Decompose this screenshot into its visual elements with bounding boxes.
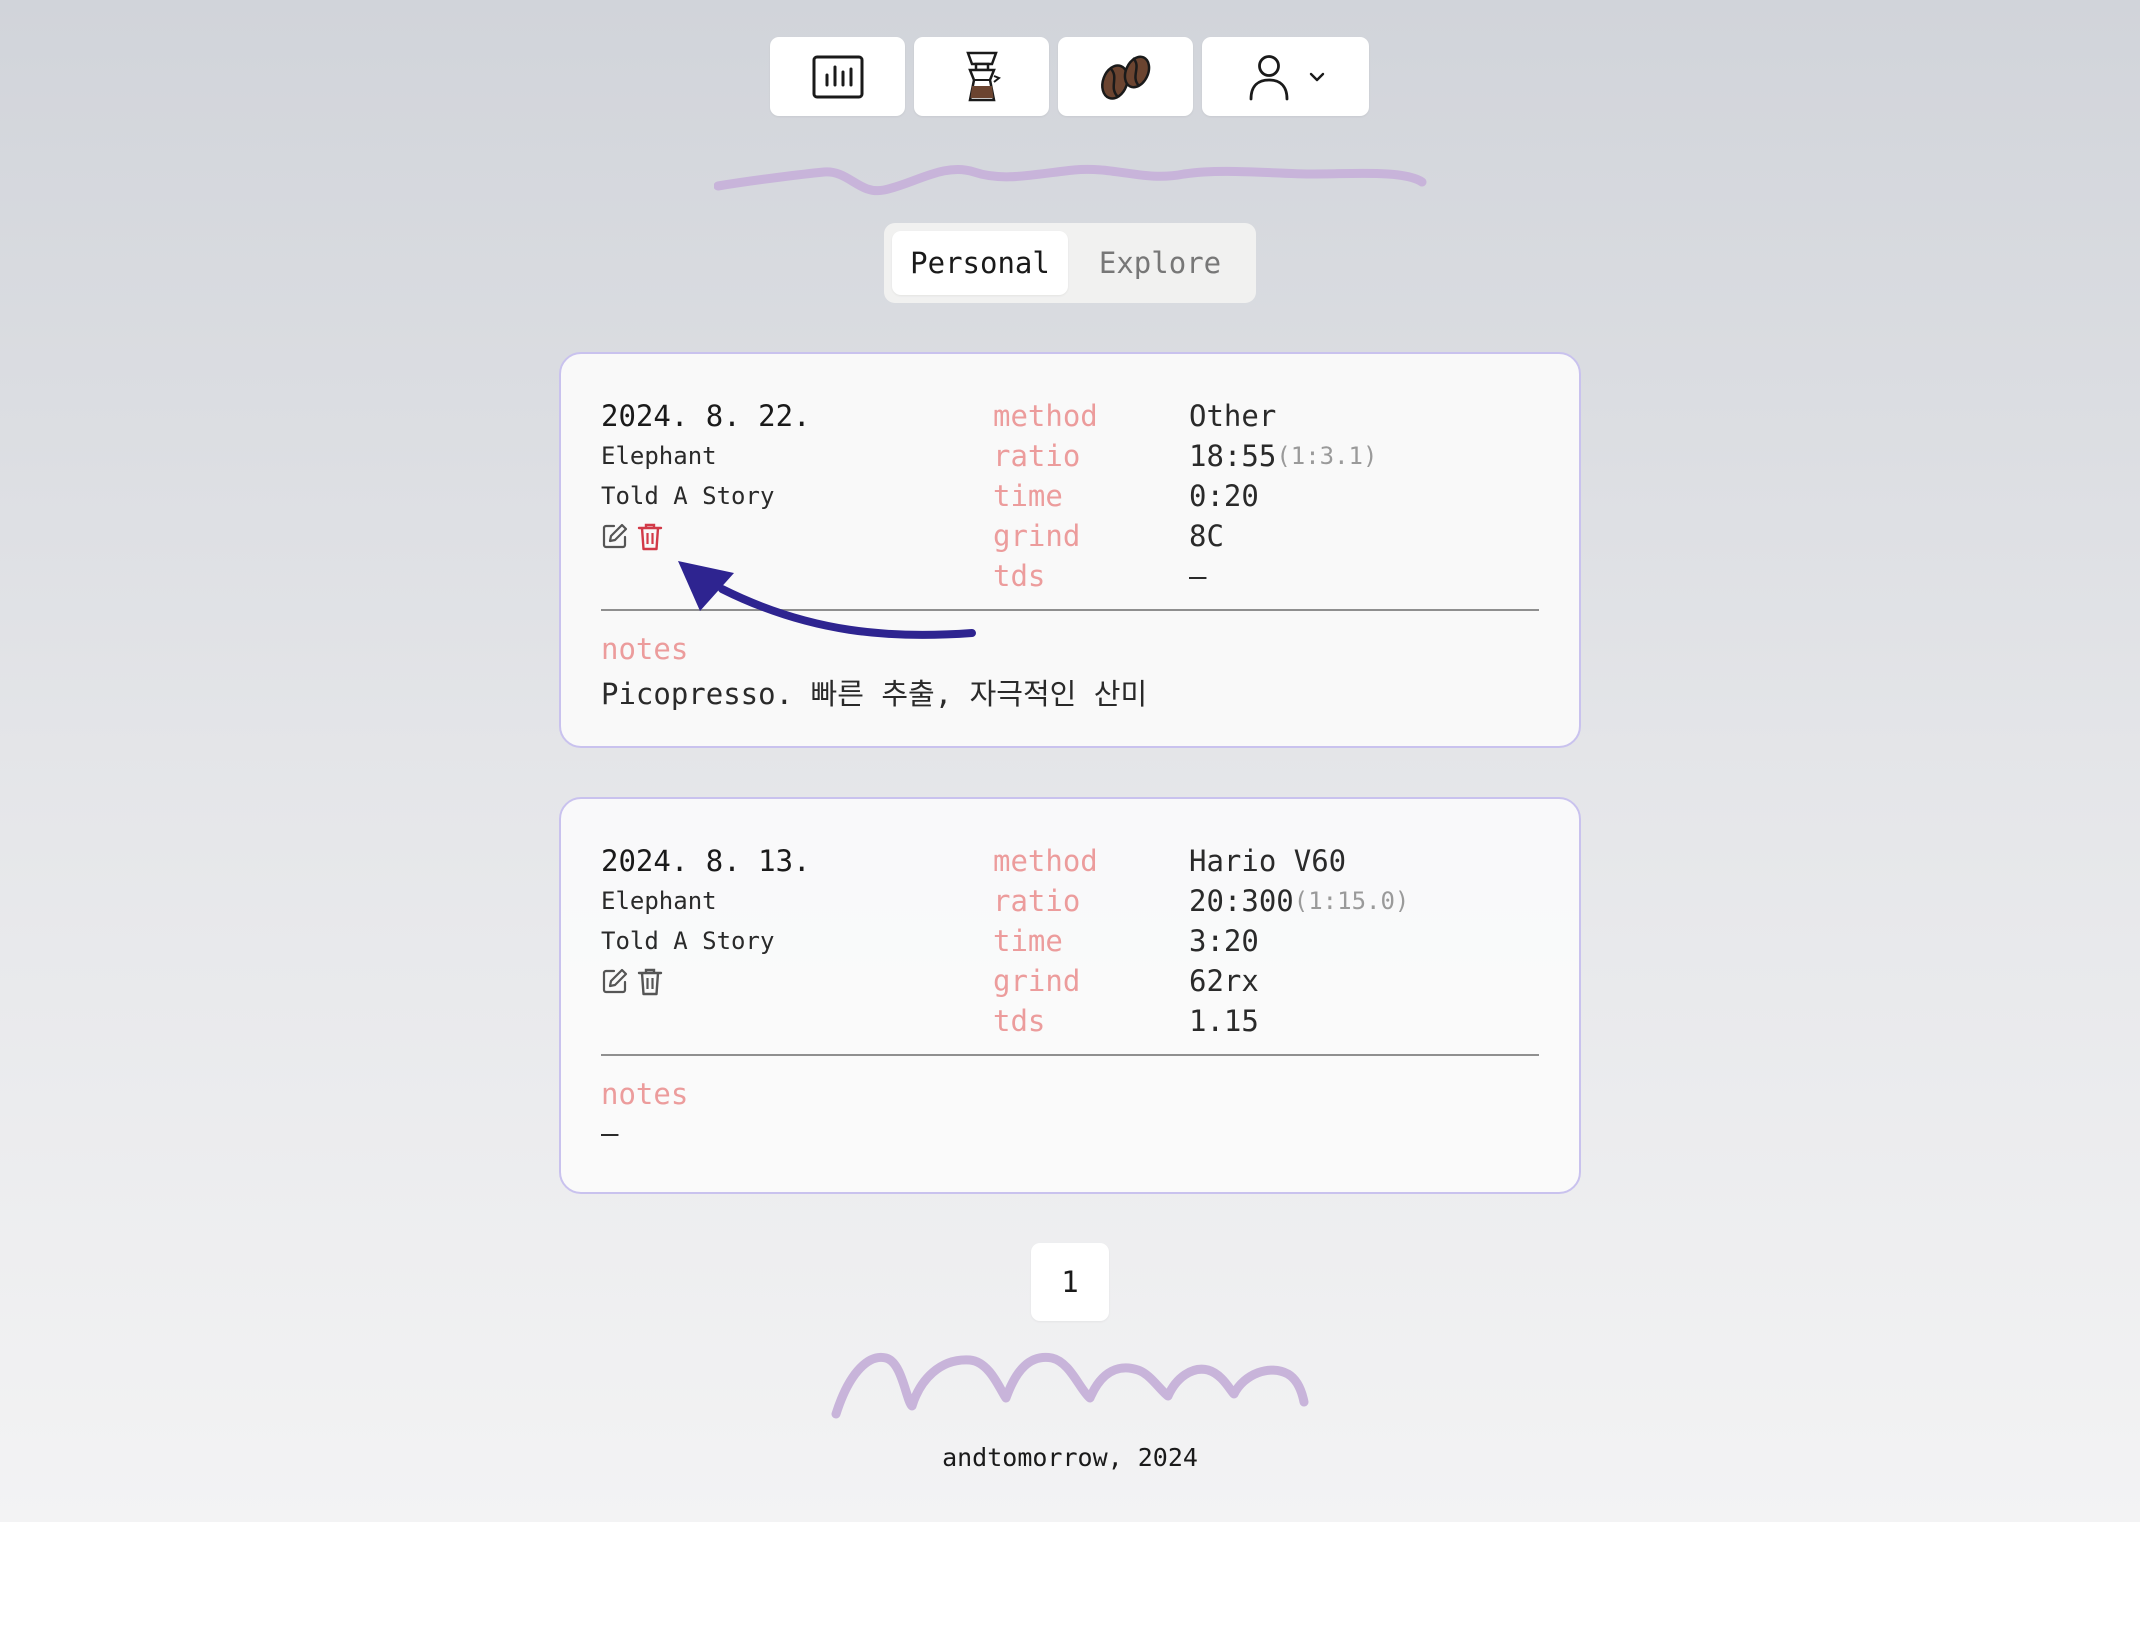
record-bean: Told A Story bbox=[601, 482, 775, 510]
time-label: time bbox=[993, 924, 1063, 958]
ratio-normalized: (1:15.0) bbox=[1293, 887, 1410, 915]
notes-value: Picopresso. 빠른 추출, 자극적인 산미 bbox=[601, 677, 1148, 711]
brew-record-card: 2024. 8. 13. Elephant Told A Story metho… bbox=[559, 797, 1581, 1194]
ratio-normalized: (1:3.1) bbox=[1276, 442, 1378, 470]
decorative-squiggle-bottom bbox=[831, 1352, 1309, 1419]
chart-icon bbox=[812, 55, 863, 98]
nav-account-button[interactable] bbox=[1202, 37, 1369, 116]
record-roaster: Elephant bbox=[601, 887, 717, 915]
record-date: 2024. 8. 22. bbox=[601, 399, 811, 433]
time-label: time bbox=[993, 479, 1063, 513]
grind-value: 62rx bbox=[1189, 964, 1259, 998]
view-tabs: Personal Explore bbox=[884, 223, 1256, 303]
record-bean: Told A Story bbox=[601, 927, 775, 955]
ratio-label: ratio bbox=[993, 439, 1081, 473]
delete-icon[interactable] bbox=[637, 522, 663, 552]
method-value: Hario V60 bbox=[1189, 844, 1347, 878]
notes-value: — bbox=[601, 1116, 619, 1150]
record-summary: 2024. 8. 22. Elephant Told A Story bbox=[601, 396, 811, 552]
notes-label: notes bbox=[601, 1077, 689, 1111]
time-value: 0:20 bbox=[1189, 479, 1259, 513]
tds-label: tds bbox=[993, 559, 1046, 593]
delete-icon[interactable] bbox=[637, 967, 663, 997]
record-fields: method Hario V60 ratio 20:300 (1:15.0) time… bbox=[993, 841, 1409, 1041]
tab-explore[interactable]: Explore bbox=[1072, 231, 1248, 295]
grind-label: grind bbox=[993, 964, 1081, 998]
grind-label: grind bbox=[993, 519, 1081, 553]
time-value: 3:20 bbox=[1189, 924, 1259, 958]
brew-record-card: 2024. 8. 22. Elephant Told A Story metho… bbox=[559, 352, 1581, 748]
tab-personal[interactable]: Personal bbox=[892, 231, 1068, 295]
ratio-label: ratio bbox=[993, 884, 1081, 918]
tds-value: — bbox=[1189, 559, 1207, 593]
record-fields: method Other ratio 18:55 (1:3.1) time 0:20 g… bbox=[993, 396, 1377, 596]
record-date: 2024. 8. 13. bbox=[601, 844, 811, 878]
pagination-page-button[interactable]: 1 bbox=[1031, 1243, 1109, 1321]
nav-stats-button[interactable] bbox=[770, 37, 905, 116]
user-icon bbox=[1249, 54, 1288, 100]
edit-icon[interactable] bbox=[601, 967, 629, 997]
method-label: method bbox=[993, 844, 1098, 878]
decorative-squiggle-top bbox=[714, 164, 1427, 196]
grind-value: 8C bbox=[1189, 519, 1224, 553]
annotation-arrow bbox=[678, 561, 976, 639]
edit-icon[interactable] bbox=[601, 522, 629, 552]
nav-beans-button[interactable] bbox=[1058, 37, 1193, 116]
ratio-value: 18:55 bbox=[1189, 439, 1277, 473]
coffee-dripper-icon bbox=[965, 51, 1001, 101]
tds-label: tds bbox=[993, 1004, 1046, 1038]
footer-text: andtomorrow, 2024 bbox=[942, 1443, 1198, 1472]
ratio-value: 20:300 bbox=[1189, 884, 1294, 918]
chevron-down-icon bbox=[1309, 72, 1324, 81]
method-value: Other bbox=[1189, 399, 1277, 433]
method-label: method bbox=[993, 399, 1098, 433]
card-divider bbox=[601, 1054, 1539, 1056]
coffee-beans-icon bbox=[1100, 55, 1150, 100]
tds-value: 1.15 bbox=[1189, 1004, 1259, 1038]
top-nav bbox=[770, 37, 1369, 116]
record-roaster: Elephant bbox=[601, 442, 717, 470]
nav-brew-button[interactable] bbox=[914, 37, 1049, 116]
record-summary: 2024. 8. 13. Elephant Told A Story bbox=[601, 841, 811, 997]
